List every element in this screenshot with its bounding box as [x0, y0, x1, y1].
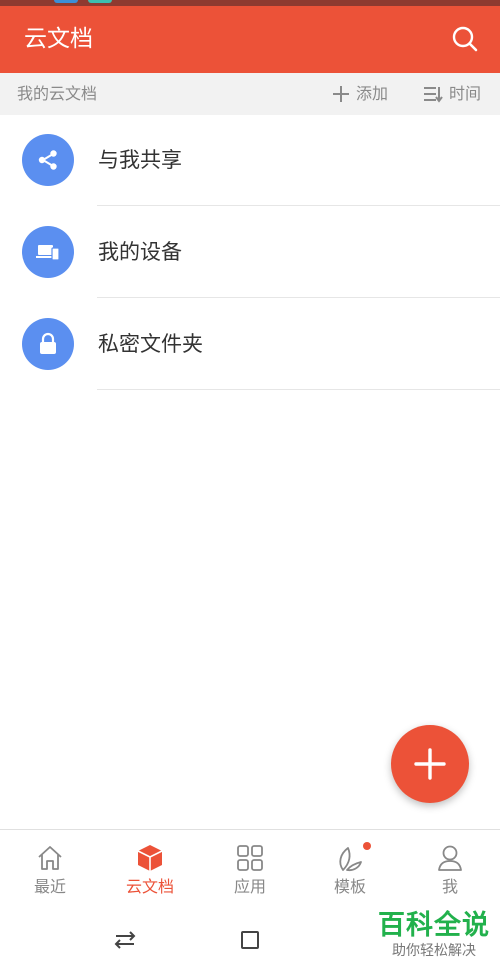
search-button[interactable]	[450, 24, 480, 54]
person-icon	[438, 845, 462, 871]
leaf-icon	[339, 847, 362, 872]
bottom-tab-bar: 最近 云文档 应用 模板 我	[0, 829, 500, 908]
status-chip	[54, 0, 78, 3]
notification-badge	[363, 842, 371, 850]
watermark: 百科全说 助你轻松解决	[372, 910, 496, 960]
switch-apps-icon[interactable]	[112, 927, 138, 953]
sort-button[interactable]: 时间	[423, 84, 481, 104]
app-bar: 云文档	[0, 6, 500, 73]
tab-recent[interactable]: 最近	[0, 830, 100, 908]
status-chip	[88, 0, 112, 3]
list-item-private-folder[interactable]: 私密文件夹	[0, 298, 500, 390]
tab-cloud-docs[interactable]: 云文档	[100, 830, 200, 908]
tab-label: 我	[441, 877, 458, 896]
sort-label: 时间	[449, 84, 482, 103]
tab-templates[interactable]: 模板	[300, 830, 400, 908]
tab-apps[interactable]: 应用	[200, 830, 300, 908]
new-document-button[interactable]	[391, 725, 469, 803]
item-icon-circle	[22, 226, 74, 278]
search-icon	[452, 26, 478, 52]
home-square-icon[interactable]	[237, 927, 263, 953]
tab-label: 最近	[33, 877, 66, 896]
list-item-label: 与我共享	[98, 148, 182, 172]
list-item-shared[interactable]: 与我共享	[0, 114, 500, 206]
watermark-subtitle: 助你轻松解决	[392, 943, 476, 959]
list-item-label: 我的设备	[98, 240, 182, 264]
page-title: 云文档	[24, 26, 93, 52]
lock-icon	[40, 332, 56, 354]
plus-icon	[414, 748, 446, 780]
share-icon	[38, 150, 57, 170]
cube-icon	[137, 845, 163, 871]
list-item-label: 私密文件夹	[98, 332, 203, 356]
tab-label: 云文档	[125, 877, 174, 896]
grid-icon	[237, 845, 263, 871]
section-header: 我的云文档 添加 时间	[0, 73, 500, 115]
devices-icon	[36, 245, 60, 261]
home-icon	[38, 846, 62, 870]
list-item-devices[interactable]: 我的设备	[0, 206, 500, 298]
tab-me[interactable]: 我	[400, 830, 500, 908]
item-icon-circle	[22, 134, 74, 186]
tab-label: 模板	[333, 877, 366, 896]
watermark-title: 百科全说	[378, 910, 490, 941]
section-label: 我的云文档	[17, 84, 98, 103]
tab-label: 应用	[233, 877, 266, 896]
add-label: 添加	[356, 84, 389, 103]
sort-icon	[424, 87, 443, 103]
add-button[interactable]: 添加	[332, 84, 388, 104]
item-icon-circle	[22, 318, 74, 370]
divider	[97, 389, 500, 390]
plus-icon	[333, 86, 349, 102]
